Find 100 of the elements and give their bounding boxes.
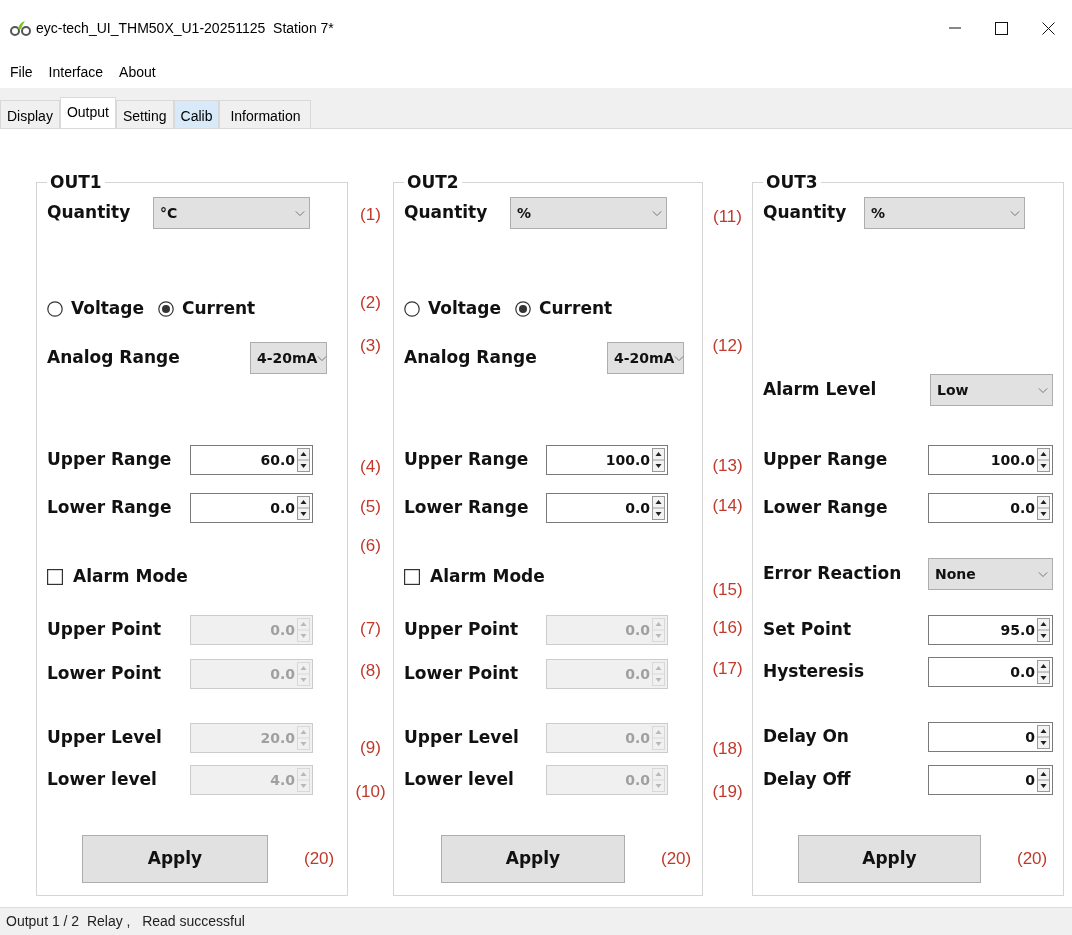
spin-arrows-icon[interactable] <box>1037 768 1050 792</box>
dropdown[interactable]: % <box>864 197 1025 229</box>
maximize-icon <box>995 21 1008 35</box>
spin-arrows-icon[interactable] <box>1037 660 1050 684</box>
spin-box[interactable]: 0.0 <box>928 657 1053 687</box>
spin-box[interactable]: 0 <box>928 722 1053 752</box>
field-label: Hysteresis <box>763 660 866 684</box>
field-label: Delay Off <box>763 768 852 792</box>
chevron-down-icon <box>1038 386 1048 394</box>
checkbox[interactable] <box>47 569 63 585</box>
radio-label: Current <box>539 297 613 321</box>
radio-button[interactable] <box>158 301 175 317</box>
spin-arrows-icon[interactable] <box>297 496 310 520</box>
field-label: Lower Range <box>404 496 530 520</box>
tab[interactable]: Setting <box>115 100 174 128</box>
field-label: Lower level <box>47 768 158 792</box>
field-label: Quantity <box>404 201 489 225</box>
spin-box[interactable]: 0.0 <box>928 493 1053 523</box>
annotation-number: (9) <box>360 737 381 759</box>
tab[interactable]: Output <box>59 97 116 128</box>
annotation-number: (2) <box>360 292 381 314</box>
annotation-number: (20) <box>1017 848 1048 871</box>
radio-label: Voltage <box>71 297 145 321</box>
spin-box[interactable]: 100.0 <box>546 445 668 475</box>
spin-arrows-icon[interactable] <box>1037 496 1050 520</box>
annotation-number: (20) <box>661 848 692 871</box>
spin-box[interactable]: 60.0 <box>190 445 313 475</box>
spin-arrows-icon[interactable] <box>652 496 665 520</box>
annotation-number: (17) <box>712 658 743 680</box>
annotation-number: (5) <box>360 496 381 518</box>
spin-box[interactable]: 0.0 <box>546 493 668 523</box>
dropdown[interactable]: 4-20mA <box>607 342 684 374</box>
annotation-number: (15) <box>712 579 743 601</box>
field-label: Upper Point <box>404 618 520 642</box>
annotation-number: (18) <box>712 738 743 760</box>
field-label: Upper Point <box>47 618 163 642</box>
annotation-number: (10) <box>355 781 386 803</box>
radio-label: Voltage <box>428 297 502 321</box>
field-label: Upper Range <box>404 448 530 472</box>
field-label: Lower Range <box>47 496 173 520</box>
apply-button[interactable]: Apply <box>82 835 268 883</box>
checkbox-label: Alarm Mode <box>73 565 188 589</box>
annotation-number: (14) <box>712 495 743 517</box>
chevron-down-icon <box>674 354 685 362</box>
spin-box[interactable]: 100.0 <box>928 445 1053 475</box>
tab[interactable]: Calib <box>173 100 220 128</box>
annotation-number: (7) <box>360 618 381 640</box>
field-label: Lower Point <box>404 662 520 686</box>
field-label: Set Point <box>763 618 852 642</box>
menu-item[interactable]: File <box>2 61 41 83</box>
field-label: Delay On <box>763 725 850 749</box>
radio-button[interactable] <box>47 301 63 317</box>
field-label: Quantity <box>763 201 848 225</box>
radio-label: Current <box>182 297 256 321</box>
apply-button[interactable]: Apply <box>798 835 981 883</box>
close-icon <box>1042 21 1055 35</box>
field-label: Lower Point <box>47 662 163 686</box>
checkbox[interactable] <box>404 569 420 585</box>
chevron-down-icon <box>295 209 305 217</box>
field-label: Upper Range <box>763 448 889 472</box>
dropdown[interactable]: Low <box>930 374 1053 406</box>
checkbox-label: Alarm Mode <box>430 565 545 589</box>
dropdown[interactable]: 4-20mA <box>250 342 327 374</box>
annotation-number: (1) <box>360 204 381 226</box>
dropdown[interactable]: % <box>510 197 667 229</box>
annotation-number: (8) <box>360 660 381 682</box>
field-label: Quantity <box>47 201 132 225</box>
chevron-down-icon <box>652 209 662 217</box>
spin-arrows-icon[interactable] <box>297 448 310 472</box>
spin-box[interactable]: 0 <box>928 765 1053 795</box>
apply-button[interactable]: Apply <box>441 835 625 883</box>
field-label: Lower Range <box>763 496 889 520</box>
field-label: Analog Range <box>47 346 181 370</box>
annotation-number: (19) <box>712 781 743 803</box>
annotation-number: (11) <box>713 206 742 228</box>
spin-arrows-icon[interactable] <box>1037 725 1050 749</box>
spin-box[interactable]: 0.0 <box>190 493 313 523</box>
menu-item[interactable]: About <box>111 61 164 83</box>
field-label: Lower level <box>404 768 515 792</box>
field-label: Analog Range <box>404 346 538 370</box>
dropdown[interactable]: None <box>928 558 1053 590</box>
spin-arrows-icon[interactable] <box>652 448 665 472</box>
group-title: OUT3 <box>765 172 819 192</box>
annotation-number: (20) <box>304 848 335 871</box>
chevron-down-icon <box>1038 570 1048 578</box>
spin-arrows-icon[interactable] <box>1037 618 1050 642</box>
window-title: eyc-tech_UI_THM50X_U1-20251125 Station 7* <box>36 18 334 38</box>
field-label: Upper Range <box>47 448 173 472</box>
spin-box[interactable]: 95.0 <box>928 615 1053 645</box>
annotation-number: (12) <box>712 335 743 357</box>
tab[interactable]: Display <box>0 100 60 128</box>
dropdown[interactable]: °C <box>153 197 310 229</box>
minimize-icon <box>948 27 961 29</box>
radio-button[interactable] <box>404 301 420 317</box>
tab[interactable]: Information <box>219 100 312 128</box>
radio-button[interactable] <box>515 301 532 317</box>
menu-item[interactable]: Interface <box>40 61 112 83</box>
annotation-number: (3) <box>360 335 381 357</box>
spin-arrows-icon[interactable] <box>1037 448 1050 472</box>
chevron-down-icon <box>1010 209 1020 217</box>
